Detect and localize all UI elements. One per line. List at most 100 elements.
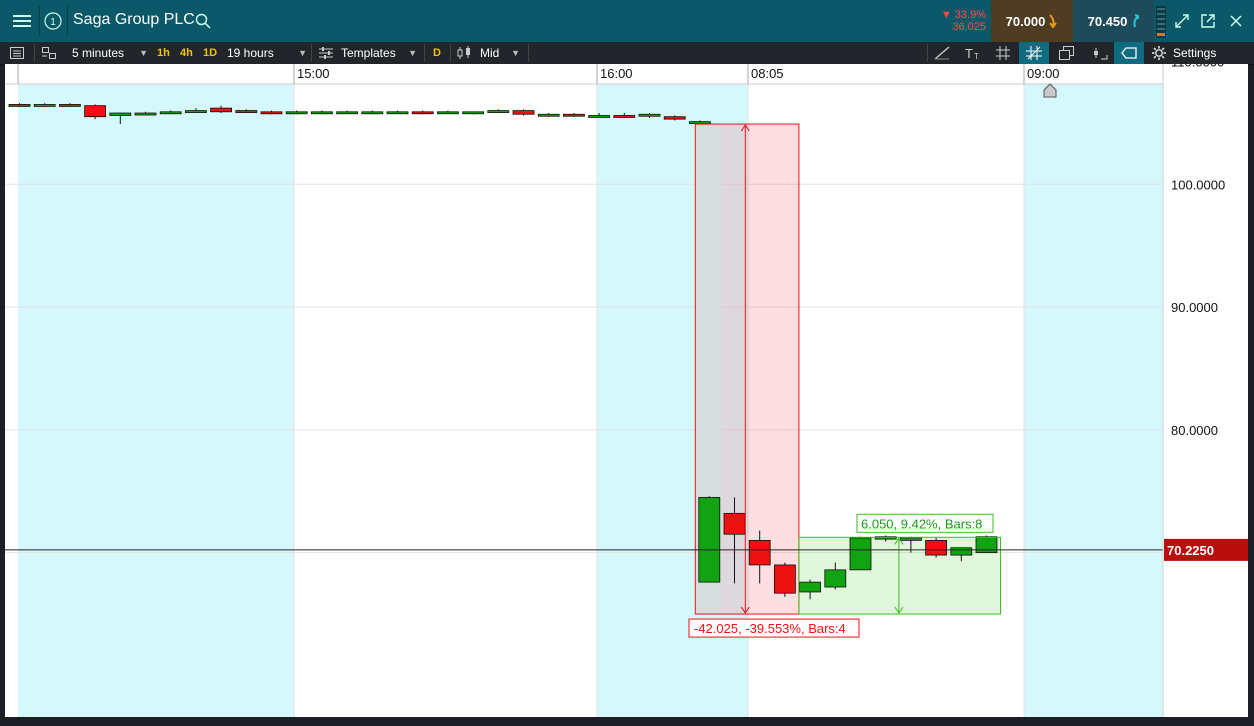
candle-body [84, 105, 106, 118]
candle[interactable] [386, 110, 409, 115]
candle[interactable] [462, 111, 485, 115]
close-icon[interactable] [1226, 0, 1246, 42]
candlestick-icon [457, 42, 473, 64]
candle-body [748, 539, 771, 566]
expand-icon[interactable] [1172, 0, 1192, 42]
candle[interactable] [925, 537, 947, 558]
header-bar: 1 Saga Group PLC ▼ 33.9% 36.025 70.000 7… [0, 0, 1254, 43]
candle-body [386, 111, 409, 115]
candle[interactable] [361, 110, 384, 115]
candle-body [436, 111, 459, 115]
range-label-red: -42.025, -39.553%, Bars:4 [694, 621, 846, 636]
tag-icon [1121, 47, 1137, 59]
candle-body [8, 104, 31, 107]
y-tick-label: 80.0000 [1171, 423, 1218, 438]
candle-body [285, 111, 308, 115]
hamburger-menu-icon[interactable] [8, 0, 36, 42]
price-type-select[interactable]: Mid ▼ [480, 42, 520, 64]
candle-body [210, 107, 233, 113]
candle-body [361, 111, 384, 115]
duration-value: 19 hours [227, 46, 274, 60]
candle[interactable] [698, 496, 721, 583]
duration-select[interactable]: 19 hours ▼ [227, 42, 307, 64]
price-change-pct: ▼ 33.9% [940, 9, 986, 21]
candle[interactable] [774, 562, 796, 597]
pointer-tool-icon[interactable] [1092, 42, 1108, 64]
popout-icon[interactable] [1198, 0, 1218, 42]
gear-icon [1152, 46, 1166, 60]
y-tick-label: 110.0000 [1171, 64, 1224, 69]
arrow-down-icon [1049, 14, 1058, 28]
candle-body [638, 113, 661, 117]
candle-body [799, 581, 821, 593]
candle-body [689, 121, 711, 125]
candle[interactable] [487, 109, 510, 114]
price-chart[interactable]: -42.025, -39.553%, Bars:4 6.050, 9.42%, B… [5, 54, 1248, 717]
candle-body [774, 564, 796, 594]
depth-indicator [1156, 6, 1166, 38]
candle[interactable] [84, 104, 106, 120]
candle-body [950, 547, 973, 556]
d-button[interactable]: D [433, 42, 441, 64]
candle-body [537, 113, 560, 117]
list-icon[interactable] [10, 42, 24, 64]
candle-body [336, 111, 359, 115]
layout-icon[interactable] [42, 42, 56, 64]
candle[interactable] [563, 113, 585, 117]
candle-body [925, 539, 947, 556]
candle-body [134, 112, 157, 116]
templates-select[interactable]: Templates ▼ [341, 42, 417, 64]
instrument-title: Saga Group PLC [73, 11, 195, 28]
chevron-down-icon: ▼ [408, 48, 417, 58]
interval-1d-button[interactable]: 1D [203, 42, 217, 64]
candle-body [663, 116, 686, 120]
y-tick-label: 90.0000 [1171, 300, 1218, 315]
candle-body [310, 111, 333, 115]
interval-select[interactable]: 5 minutes ▼ [72, 42, 148, 64]
price-type-value: Mid [480, 46, 500, 60]
buy-button[interactable]: 70.450 [1074, 0, 1154, 42]
candle[interactable] [436, 110, 459, 115]
range-label-green: 6.050, 9.42%, Bars:8 [861, 516, 982, 531]
sell-price: 70.000 [1005, 13, 1046, 29]
interval-4h-button[interactable]: 4h [180, 42, 193, 64]
candle-body [184, 110, 207, 113]
label-tool-button[interactable] [1114, 42, 1144, 64]
settings-button[interactable]: Settings [1152, 42, 1216, 64]
price-change: ▼ 33.9% 36.025 [926, 0, 990, 42]
templates-icon [319, 42, 333, 64]
candle[interactable] [537, 113, 560, 117]
candle-body [487, 110, 510, 113]
text-tool-icon[interactable]: TT [964, 42, 982, 64]
candle[interactable] [512, 109, 535, 116]
workspace-badge[interactable]: 1 [42, 0, 64, 42]
copy-layers-icon[interactable] [1059, 42, 1075, 64]
crosshair-grid-icon [1026, 46, 1042, 60]
settings-label: Settings [1173, 46, 1217, 60]
candle-body [900, 537, 922, 541]
candle-body [563, 113, 585, 117]
candle-body [159, 111, 182, 115]
chart-area[interactable]: -42.025, -39.553%, Bars:4 6.050, 9.42%, B… [5, 54, 1248, 717]
candle-body [613, 115, 636, 118]
y-tick-label: 100.0000 [1171, 177, 1225, 192]
candle[interactable] [336, 110, 359, 115]
last-price-label: 70.2250 [1167, 543, 1214, 558]
grid-icon[interactable] [996, 42, 1010, 64]
candle-body [109, 112, 132, 116]
draw-line-icon[interactable] [934, 42, 950, 64]
session-shade-band [1024, 84, 1163, 717]
candle[interactable] [849, 536, 872, 571]
candle-body [824, 569, 847, 588]
x-tick-label: 09:00 [1027, 66, 1060, 81]
buy-price: 70.450 [1087, 13, 1128, 29]
search-icon[interactable] [193, 0, 213, 42]
candle[interactable] [310, 110, 333, 115]
candle-body [723, 512, 746, 535]
chevron-down-icon: ▼ [511, 48, 520, 58]
candle[interactable] [411, 110, 434, 115]
sell-button[interactable]: 70.000 [991, 0, 1073, 42]
crosshair-grid-button[interactable] [1019, 42, 1049, 64]
chevron-down-icon: ▼ [139, 48, 148, 58]
interval-1h-button[interactable]: 1h [157, 42, 170, 64]
